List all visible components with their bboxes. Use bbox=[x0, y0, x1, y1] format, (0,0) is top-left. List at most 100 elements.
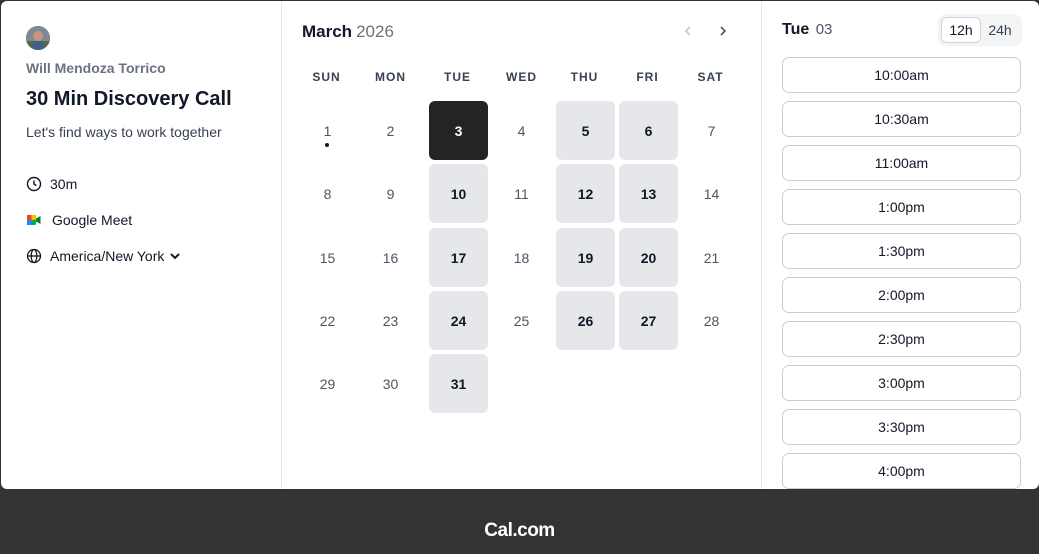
next-month-button[interactable] bbox=[713, 21, 733, 41]
month-label: March bbox=[302, 22, 353, 41]
calendar-day[interactable]: 12 bbox=[556, 164, 615, 223]
calendar-day[interactable]: 27 bbox=[619, 291, 678, 350]
calendar-day-number: 16 bbox=[382, 249, 399, 266]
format-12h-button[interactable]: 12h bbox=[941, 17, 981, 43]
calendar-day[interactable]: 5 bbox=[556, 101, 615, 160]
calendar-day-number: 6 bbox=[644, 122, 653, 139]
year-label: 2026 bbox=[356, 22, 394, 41]
calendar-day[interactable]: 26 bbox=[556, 291, 615, 350]
calendar-day-number: 14 bbox=[703, 185, 720, 202]
selected-weekday: Tue bbox=[782, 21, 810, 38]
calendar-day: 16 bbox=[361, 228, 420, 287]
calendar-day[interactable]: 19 bbox=[556, 228, 615, 287]
timeslot-button[interactable]: 4:00pm bbox=[782, 453, 1021, 489]
calendar-day: 21 bbox=[682, 228, 741, 287]
timeslot-button[interactable]: 1:00pm bbox=[782, 189, 1021, 225]
format-24h-button[interactable]: 24h bbox=[981, 17, 1019, 43]
calendar-day-number: 21 bbox=[703, 249, 720, 266]
clock-icon bbox=[26, 176, 42, 192]
timeslot-button[interactable]: 2:30pm bbox=[782, 321, 1021, 357]
calendar-day-number: 22 bbox=[319, 312, 336, 329]
timezone-label: America/New York bbox=[50, 248, 165, 264]
calendar-day: 14 bbox=[682, 164, 741, 223]
calendar-day-number: 31 bbox=[450, 375, 467, 392]
calendar-day: 11 bbox=[492, 164, 551, 223]
calendar-day-number: 9 bbox=[386, 185, 395, 202]
chevron-right-icon bbox=[720, 26, 727, 36]
chevron-down-icon bbox=[170, 253, 181, 260]
weekday-label: THU bbox=[570, 70, 599, 84]
selected-day-number: 03 bbox=[815, 21, 833, 38]
calendar-day[interactable]: 6 bbox=[619, 101, 678, 160]
calendar-day: 28 bbox=[682, 291, 741, 350]
timeslot-button[interactable]: 3:30pm bbox=[782, 409, 1021, 445]
calendar-day: 8 bbox=[298, 164, 357, 223]
calendar-day: 25 bbox=[492, 291, 551, 350]
weekday-label: MON bbox=[375, 70, 406, 84]
event-info-panel: Will Mendoza Torrico 30 Min Discovery Ca… bbox=[1, 1, 282, 489]
calendar-day[interactable]: 13 bbox=[619, 164, 678, 223]
calendar-day-number: 24 bbox=[450, 312, 467, 329]
owner-name: Will Mendoza Torrico bbox=[26, 60, 166, 76]
weekday-label: TUE bbox=[444, 70, 471, 84]
brand-logo: Cal.com bbox=[484, 520, 555, 541]
chevron-left-icon bbox=[684, 26, 691, 36]
calendar-day-number: 8 bbox=[323, 185, 332, 202]
calendar-day-number: 10 bbox=[450, 185, 467, 202]
calendar-day[interactable]: 10 bbox=[429, 164, 488, 223]
today-indicator bbox=[325, 143, 329, 147]
timeslot-button[interactable]: 10:30am bbox=[782, 101, 1021, 137]
calendar-day-number: 7 bbox=[707, 122, 716, 139]
timezone-select[interactable]: America/New York bbox=[26, 246, 190, 266]
calendar-day: 2 bbox=[361, 101, 420, 160]
calendar-day[interactable]: 31 bbox=[429, 354, 488, 413]
calendar-day-number: 4 bbox=[517, 122, 526, 139]
calendar-day-number: 2 bbox=[386, 122, 395, 139]
calendar-day[interactable]: 3 bbox=[429, 101, 488, 160]
location-label: Google Meet bbox=[52, 212, 133, 228]
location-row: Google Meet bbox=[26, 210, 132, 230]
timeslot-button[interactable]: 3:00pm bbox=[782, 365, 1021, 401]
weekday-label: SUN bbox=[312, 70, 341, 84]
weekday-label: FRI bbox=[636, 70, 659, 84]
calendar-day: 9 bbox=[361, 164, 420, 223]
weekday-label: WED bbox=[506, 70, 537, 84]
calendar-day-number: 15 bbox=[319, 249, 336, 266]
timeslot-button[interactable]: 2:00pm bbox=[782, 277, 1021, 313]
calendar-day[interactable]: 24 bbox=[429, 291, 488, 350]
event-title: 30 Min Discovery Call bbox=[26, 88, 232, 110]
event-description: Let's find ways to work together bbox=[26, 124, 222, 140]
calendar-day-number: 25 bbox=[513, 312, 530, 329]
selected-date: Tue 03 bbox=[782, 21, 832, 39]
duration-row: 30m bbox=[26, 174, 77, 194]
calendar-day-number: 19 bbox=[577, 249, 594, 266]
calendar-day[interactable]: 20 bbox=[619, 228, 678, 287]
prev-month-button[interactable] bbox=[678, 21, 698, 41]
calendar-day-number: 23 bbox=[382, 312, 399, 329]
calendar-day: 29 bbox=[298, 354, 357, 413]
timeslot-button[interactable]: 11:00am bbox=[782, 145, 1021, 181]
calendar-day: 22 bbox=[298, 291, 357, 350]
calendar-day-number: 13 bbox=[640, 185, 657, 202]
calendar-day-number: 5 bbox=[581, 122, 590, 139]
calendar-day-number: 29 bbox=[319, 375, 336, 392]
calendar-day: 1 bbox=[298, 101, 357, 160]
google-meet-icon bbox=[27, 215, 41, 225]
calendar-day-number: 27 bbox=[640, 312, 657, 329]
calendar-day-number: 28 bbox=[703, 312, 720, 329]
calendar-day[interactable]: 17 bbox=[429, 228, 488, 287]
globe-icon bbox=[26, 248, 42, 264]
timeslot-button[interactable]: 1:30pm bbox=[782, 233, 1021, 269]
avatar bbox=[26, 26, 50, 50]
time-format-toggle: 12h 24h bbox=[938, 14, 1022, 46]
calendar-day: 7 bbox=[682, 101, 741, 160]
calendar-day-number: 18 bbox=[513, 249, 530, 266]
duration-label: 30m bbox=[50, 176, 78, 192]
calendar-day-number: 3 bbox=[454, 122, 463, 139]
calendar-day-number: 17 bbox=[450, 249, 467, 266]
timeslot-button[interactable]: 10:00am bbox=[782, 57, 1021, 93]
calendar-day-number: 12 bbox=[577, 185, 594, 202]
calendar-day-number: 26 bbox=[577, 312, 594, 329]
calendar-panel: March 2026 SUN MON TUE WED THU FRI SAT 12345678… bbox=[282, 1, 762, 489]
calendar-day-number: 1 bbox=[323, 122, 332, 139]
